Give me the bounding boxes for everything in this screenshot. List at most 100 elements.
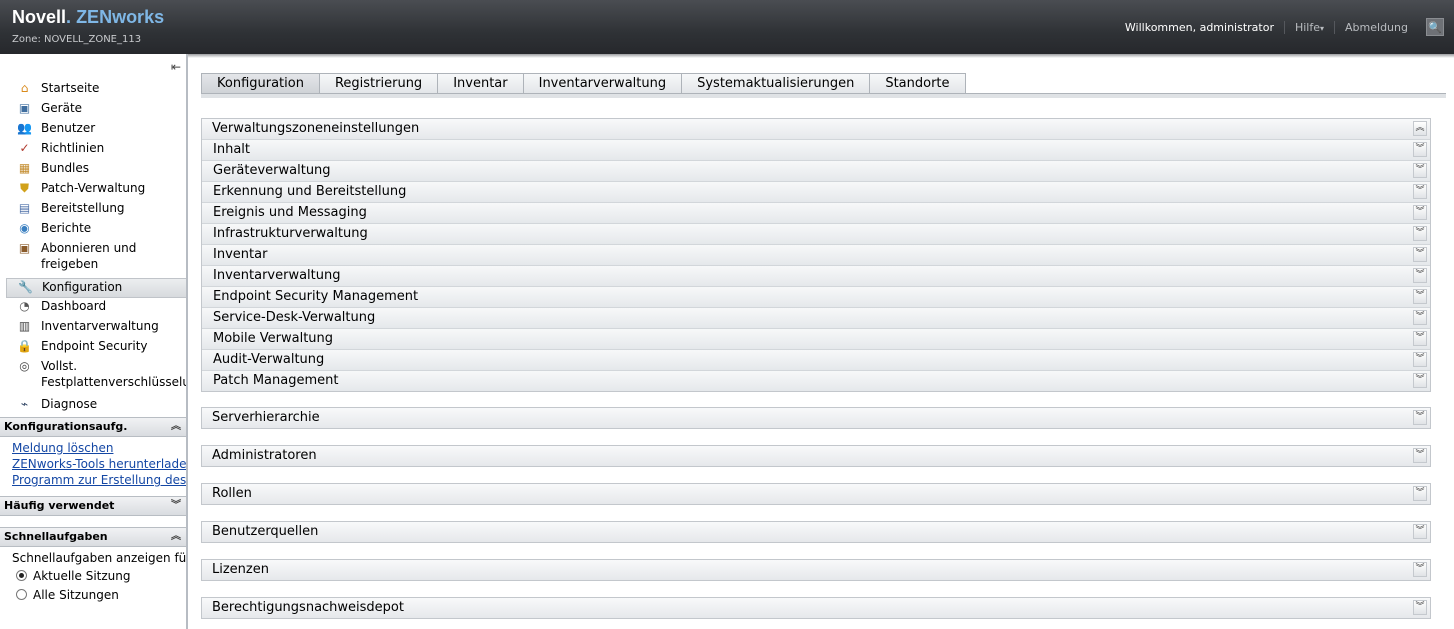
policy-icon: ✓ (19, 141, 30, 155)
search-icon[interactable]: 🔍 (1426, 18, 1444, 36)
collapse-icon[interactable]: ︽ (170, 421, 182, 433)
settings-row-audit-verwaltung[interactable]: Audit-Verwaltung ︾ (202, 349, 1430, 370)
radio-alle-sitzungen[interactable]: Alle Sitzungen (16, 585, 186, 604)
zone-label: Zone: NOVELL_ZONE_113 (12, 34, 142, 45)
sidebar-item-benutzer[interactable]: 👥 Benutzer (0, 120, 186, 140)
expand-icon[interactable]: ︾ (1413, 373, 1427, 388)
settings-row-endpoint-security-management[interactable]: Endpoint Security Management ︾ (202, 286, 1430, 307)
collapse-icon[interactable]: ︽ (1413, 121, 1427, 136)
settings-row-inhalt[interactable]: Inhalt ︾ (202, 139, 1430, 160)
sidebar-item-bundles[interactable]: ▦ Bundles (0, 160, 186, 180)
tab-underline (201, 93, 1446, 98)
settings-row-erkennung-und-bereitstellung[interactable]: Erkennung und Bereitstellung ︾ (202, 181, 1430, 202)
expand-icon[interactable]: ︾ (1413, 289, 1427, 304)
sidebar-item-berichte[interactable]: ◉ Berichte (0, 220, 186, 240)
frequent-header[interactable]: Häufig verwendet ︾ (0, 496, 186, 516)
radio-button[interactable] (16, 589, 27, 600)
section-header[interactable]: Administratoren ︾ (202, 446, 1430, 466)
sidebar-item-geraete[interactable]: ▣ Geräte (0, 100, 186, 120)
chevron-down-icon: ▾ (1320, 23, 1325, 33)
expand-icon[interactable]: ︾ (1413, 331, 1427, 346)
settings-row-inventarverwaltung[interactable]: Inventarverwaltung ︾ (202, 265, 1430, 286)
sidebar-item-label: Dashboard (41, 299, 107, 313)
expand-icon[interactable]: ︾ (1413, 352, 1427, 367)
sidebar-item-patch-verwaltung[interactable]: ⛊ Patch-Verwaltung (0, 180, 186, 200)
expand-icon[interactable]: ︾ (1413, 205, 1427, 220)
settings-row-label: Mobile Verwaltung (213, 331, 334, 346)
link-zenworks-tools-herunterladen[interactable]: ZENworks-Tools herunterladen (12, 456, 186, 472)
settings-row-service-desk-verwaltung[interactable]: Service-Desk-Verwaltung ︾ (202, 307, 1430, 328)
expand-icon[interactable]: ︾ (1413, 247, 1427, 262)
zone-settings-header[interactable]: Verwaltungszoneneinstellungen ︽ (202, 119, 1430, 139)
section-header[interactable]: Berechtigungsnachweisdepot ︾ (202, 598, 1430, 618)
expand-icon[interactable]: ︾ (1413, 310, 1427, 325)
settings-row-geraeteverwaltung[interactable]: Geräteverwaltung ︾ (202, 160, 1430, 181)
sidebar-item-label: Benutzer (41, 121, 96, 135)
sidebar-item-bereitstellung[interactable]: ▤ Bereitstellung (0, 200, 186, 220)
sidebar-item-konfiguration[interactable]: 🔧 Konfiguration (6, 278, 186, 298)
collapse-sidebar-icon[interactable]: ⇤ (168, 60, 184, 74)
lock-icon: 🔒 (17, 339, 32, 353)
settings-row-label: Endpoint Security Management (213, 289, 419, 304)
link-meldung-loeschen[interactable]: Meldung löschen (12, 440, 186, 456)
settings-row-mobile-verwaltung[interactable]: Mobile Verwaltung ︾ (202, 328, 1430, 349)
section-administratoren: Administratoren ︾ (201, 445, 1431, 467)
sidebar-item-endpoint-security[interactable]: 🔒 Endpoint Security (0, 338, 186, 358)
sidebar-item-inventarverwaltung[interactable]: ▥ Inventarverwaltung (0, 318, 186, 338)
sidebar-item-label: Diagnose (41, 397, 98, 411)
expand-icon[interactable]: ︾ (1413, 486, 1427, 501)
tab-inventar[interactable]: Inventar (438, 73, 524, 94)
expand-icon[interactable]: ︾ (170, 500, 182, 512)
expand-icon[interactable]: ︾ (1413, 524, 1427, 539)
tab-bar: Konfiguration Registrierung Inventar Invent… (201, 73, 966, 95)
sidebar-item-startseite[interactable]: ⌂ Startseite (0, 80, 186, 100)
section-header[interactable]: Lizenzen ︾ (202, 560, 1430, 580)
config-tasks-header[interactable]: Konfigurationsaufg. ︽ (0, 417, 186, 437)
expand-icon[interactable]: ︾ (1413, 142, 1427, 157)
section-header[interactable]: Rollen ︾ (202, 484, 1430, 504)
settings-row-inventar[interactable]: Inventar ︾ (202, 244, 1430, 265)
sidebar-item-vollst-festplattenverschluesselung[interactable]: ◎ Vollst. Festplattenverschlüsselung (0, 358, 186, 396)
quick-tasks-header[interactable]: Schnellaufgaben ︽ (0, 527, 186, 547)
tab-inventarverwaltung[interactable]: Inventarverwaltung (523, 73, 683, 94)
expand-icon[interactable]: ︾ (1413, 268, 1427, 283)
radio-button[interactable] (16, 570, 27, 581)
logout-link[interactable]: Abmeldung (1334, 20, 1418, 34)
report-icon: ◉ (19, 221, 30, 235)
section-serverhierarchie: Serverhierarchie ︾ (201, 407, 1431, 429)
sidebar-item-abonnieren-und-freigeben[interactable]: ▣ Abonnieren und freigeben (0, 240, 186, 278)
settings-row-label: Erkennung und Bereitstellung (213, 184, 407, 199)
tab-konfiguration[interactable]: Konfiguration (201, 73, 320, 94)
quick-tasks-prompt: Schnellaufgaben anzeigen für: (12, 551, 188, 565)
expand-icon[interactable]: ︾ (1413, 410, 1427, 425)
link-programm-zur-erstellung-des-pxe-images[interactable]: Programm zur Erstellung des PXE-Images (12, 472, 186, 488)
settings-row-patch-management[interactable]: Patch Management ︾ (202, 370, 1430, 391)
expand-icon[interactable]: ︾ (1413, 226, 1427, 241)
expand-icon[interactable]: ︾ (1413, 562, 1427, 577)
settings-row-infrastrukturverwaltung[interactable]: Infrastrukturverwaltung ︾ (202, 223, 1430, 244)
tab-standorte[interactable]: Standorte (870, 73, 966, 94)
expand-icon[interactable]: ︾ (1413, 163, 1427, 178)
expand-icon[interactable]: ︾ (1413, 448, 1427, 463)
radio-aktuelle-sitzung[interactable]: Aktuelle Sitzung (16, 566, 186, 585)
settings-row-label: Inhalt (213, 142, 250, 157)
expand-icon[interactable]: ︾ (1413, 600, 1427, 615)
sidebar-nav: ⌂ Startseite ▣ Geräte 👥 Benutzer ✓ Richtlinien ▦… (0, 80, 186, 416)
help-menu[interactable]: Hilfe▾ (1283, 20, 1334, 34)
section-title: Benutzerquellen (212, 524, 319, 539)
collapse-icon[interactable]: ︽ (170, 531, 182, 543)
tab-registrierung[interactable]: Registrierung (319, 73, 439, 94)
tab-systemaktualisierungen[interactable]: Systemaktualisierungen (682, 73, 871, 94)
quick-tasks-panel: Schnellaufgaben anzeigen für: Aktuelle S… (12, 550, 186, 604)
expand-icon[interactable]: ︾ (1413, 184, 1427, 199)
sidebar-item-dashboard[interactable]: ◔ Dashboard (0, 298, 186, 318)
sidebar-item-richtlinien[interactable]: ✓ Richtlinien (0, 140, 186, 160)
sidebar-item-diagnose[interactable]: ⌁ Diagnose (0, 396, 186, 416)
settings-row-ereignis-und-messaging[interactable]: Ereignis und Messaging ︾ (202, 202, 1430, 223)
radio-label: Alle Sitzungen (33, 587, 119, 602)
sidebar: ⇤ ⌂ Startseite ▣ Geräte 👥 Benutzer ✓ Richtlinie… (0, 54, 188, 629)
section-header[interactable]: Serverhierarchie ︾ (202, 408, 1430, 428)
sidebar-item-label: Patch-Verwaltung (41, 181, 146, 195)
settings-row-label: Inventar (213, 247, 268, 262)
section-header[interactable]: Benutzerquellen ︾ (202, 522, 1430, 542)
